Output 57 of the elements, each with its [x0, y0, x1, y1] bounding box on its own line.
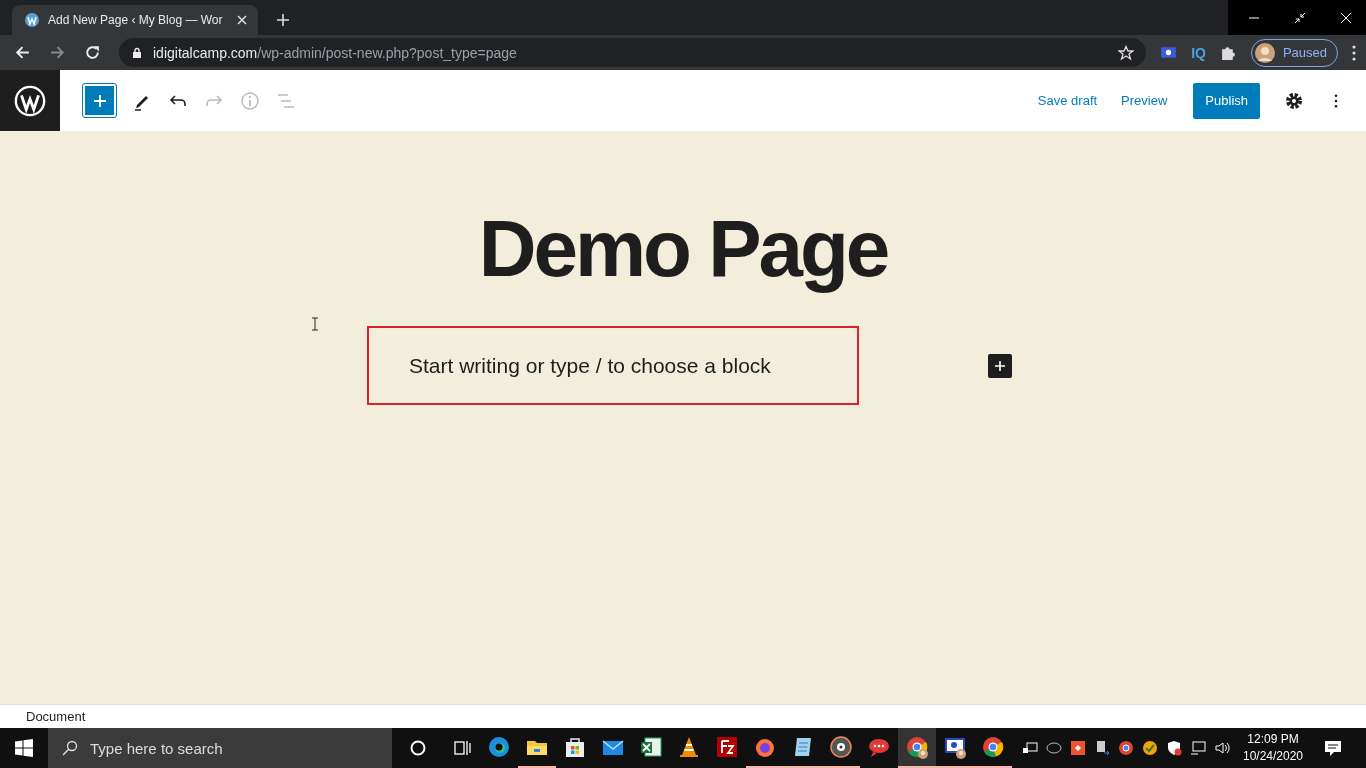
toolbar-button[interactable]: Preview [1113, 85, 1176, 116]
add-block-button[interactable] [988, 353, 1012, 378]
printer-icon[interactable] [1094, 740, 1110, 756]
logo-icon [24, 12, 40, 28]
app-tray-icon[interactable] [1070, 740, 1086, 756]
reload-icon[interactable] [84, 44, 101, 61]
monitor-icon [943, 735, 967, 759]
tab-title: Add New Page ‹ My Blog — Wor [48, 13, 224, 27]
more-icon[interactable] [1352, 44, 1356, 61]
logo-button[interactable] [0, 70, 60, 131]
spreadsheet-icon [639, 735, 663, 759]
close-icon[interactable] [236, 14, 248, 26]
browser-tray-icon[interactable] [1118, 740, 1134, 756]
avatar-icon [1254, 42, 1275, 63]
cortana-icon[interactable] [408, 738, 428, 758]
plus-icon [994, 359, 1006, 372]
windows-icon[interactable] [15, 739, 33, 757]
extension-button[interactable]: IQ [1191, 44, 1206, 61]
shopping-bag-icon [563, 735, 587, 759]
restore-icon[interactable] [1294, 11, 1306, 24]
shield-icon[interactable] [1166, 740, 1182, 756]
task-view-icon[interactable] [452, 738, 472, 758]
notification-icon[interactable] [1324, 739, 1342, 757]
browser-icon [981, 735, 1005, 759]
search-icon [62, 740, 78, 756]
publish-button[interactable]: Publish [1193, 82, 1260, 119]
paragraph-placeholder[interactable]: Start writing or type / to choose a block [409, 353, 771, 378]
browser-tab[interactable]: Add New Page ‹ My Blog — Wor [12, 5, 258, 35]
forward-icon[interactable] [49, 44, 66, 61]
check-badge-icon[interactable] [1142, 740, 1158, 756]
browser-icon [487, 735, 511, 759]
more-icon[interactable] [1334, 93, 1338, 108]
star-icon[interactable] [1118, 44, 1135, 61]
plus-icon [92, 93, 107, 108]
logo-icon [13, 83, 47, 118]
search-field[interactable]: Type here to search [48, 728, 392, 768]
clock[interactable]: 12:09 PM 10/24/2020 [1238, 731, 1308, 765]
text-cursor-icon [311, 317, 319, 331]
screen-icon[interactable] [1160, 44, 1178, 61]
toolbar-button[interactable]: Save draft [1029, 85, 1106, 116]
address-bar[interactable]: idigitalcamp.com/wp-admin/post-new.php?post_type=page [119, 38, 1147, 67]
speaker-icon[interactable] [1214, 740, 1230, 756]
puzzle-icon[interactable] [1219, 44, 1237, 61]
ftp-icon [715, 735, 739, 759]
chat-bubble-icon[interactable] [1046, 740, 1062, 756]
monitor-icon[interactable] [1190, 740, 1206, 756]
lock-icon [131, 46, 143, 59]
back-icon[interactable] [14, 44, 31, 61]
settings-icon[interactable] [1284, 90, 1304, 111]
traffic-cone-icon [677, 735, 701, 759]
browser-icon [905, 735, 929, 759]
new-tab-icon[interactable] [276, 13, 290, 27]
taskbar-button[interactable] [898, 728, 936, 768]
disc-icon [829, 735, 853, 759]
breadcrumb-link[interactable]: Document [26, 709, 86, 724]
url-text: idigitalcamp.com/wp-admin/post-new.php?post_type=page [153, 44, 518, 61]
network-icon[interactable] [1022, 740, 1038, 756]
